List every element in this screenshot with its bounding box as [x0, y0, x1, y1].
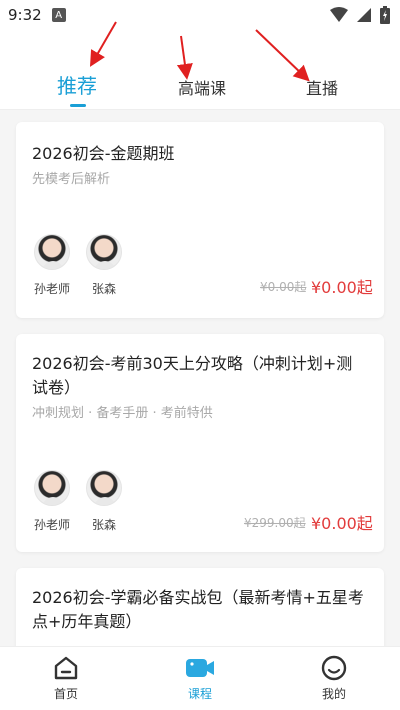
tab-live[interactable]: 直播 — [306, 75, 338, 99]
course-subtitle: 先模考后解析 — [32, 172, 111, 187]
course-subtitle: 冲刺规划 · 备考手册 · 考前特供 — [32, 406, 213, 421]
nav-label: 首页 — [53, 687, 78, 701]
nav-home[interactable]: 首页 — [36, 655, 96, 702]
tab-recommend[interactable]: 推荐 — [57, 70, 97, 99]
tab-bar: 推荐 高端课 直播 — [0, 30, 400, 110]
course-list[interactable]: 2026初会-金题期班 先模考后解析 孙老师 张森 ¥0.00起 ¥0.00起 … — [0, 110, 400, 646]
nav-courses[interactable]: 课程 — [170, 655, 230, 702]
battery-icon — [380, 6, 390, 24]
teacher-name: 张森 — [91, 282, 116, 296]
avatar — [34, 470, 70, 506]
nav-label: 我的 — [321, 687, 346, 701]
nav-me[interactable]: 我的 — [304, 655, 364, 702]
teacher: 孙老师 — [22, 234, 82, 297]
avatar — [86, 470, 122, 506]
teacher-name: 孙老师 — [33, 282, 70, 296]
current-price: ¥0.00起 — [311, 514, 373, 533]
teacher: 张森 — [74, 234, 134, 297]
original-price: ¥0.00起 — [260, 280, 307, 294]
avatar — [34, 234, 70, 270]
course-card[interactable]: 2026初会-考前30天上分攻略（冲刺计划+测试卷） 冲刺规划 · 备考手册 ·… — [16, 334, 384, 552]
active-tab-indicator — [70, 104, 86, 107]
video-camera-icon — [186, 659, 214, 677]
status-icons — [330, 6, 390, 24]
course-card[interactable]: 2026初会-学霸必备实战包（最新考情+五星考点+历年真题） — [16, 568, 384, 646]
course-title: 2026初会-学霸必备实战包（最新考情+五星考点+历年真题） — [32, 588, 364, 631]
smiley-icon — [321, 655, 347, 681]
tab-premium-course[interactable]: 高端课 — [178, 75, 226, 99]
course-card[interactable]: 2026初会-金题期班 先模考后解析 孙老师 张森 ¥0.00起 ¥0.00起 — [16, 122, 384, 318]
wifi-icon — [330, 7, 348, 22]
status-bar: 9:32 A — [0, 0, 400, 30]
notification-icon: A — [51, 8, 66, 22]
original-price: ¥299.00起 — [244, 516, 306, 530]
course-title: 2026初会-金题期班 — [32, 144, 175, 163]
course-title: 2026初会-考前30天上分攻略（冲刺计划+测试卷） — [32, 354, 353, 397]
current-price: ¥0.00起 — [311, 278, 373, 297]
signal-icon — [357, 8, 371, 22]
avatar — [86, 234, 122, 270]
teacher-name: 孙老师 — [33, 518, 70, 532]
teacher: 孙老师 — [22, 470, 82, 533]
bottom-nav: 首页 课程 我的 — [0, 646, 400, 710]
teacher: 张森 — [74, 470, 134, 533]
status-time: 9:32 — [8, 6, 42, 24]
teacher-name: 张森 — [91, 518, 116, 532]
nav-label: 课程 — [187, 687, 212, 701]
home-icon — [54, 656, 78, 680]
